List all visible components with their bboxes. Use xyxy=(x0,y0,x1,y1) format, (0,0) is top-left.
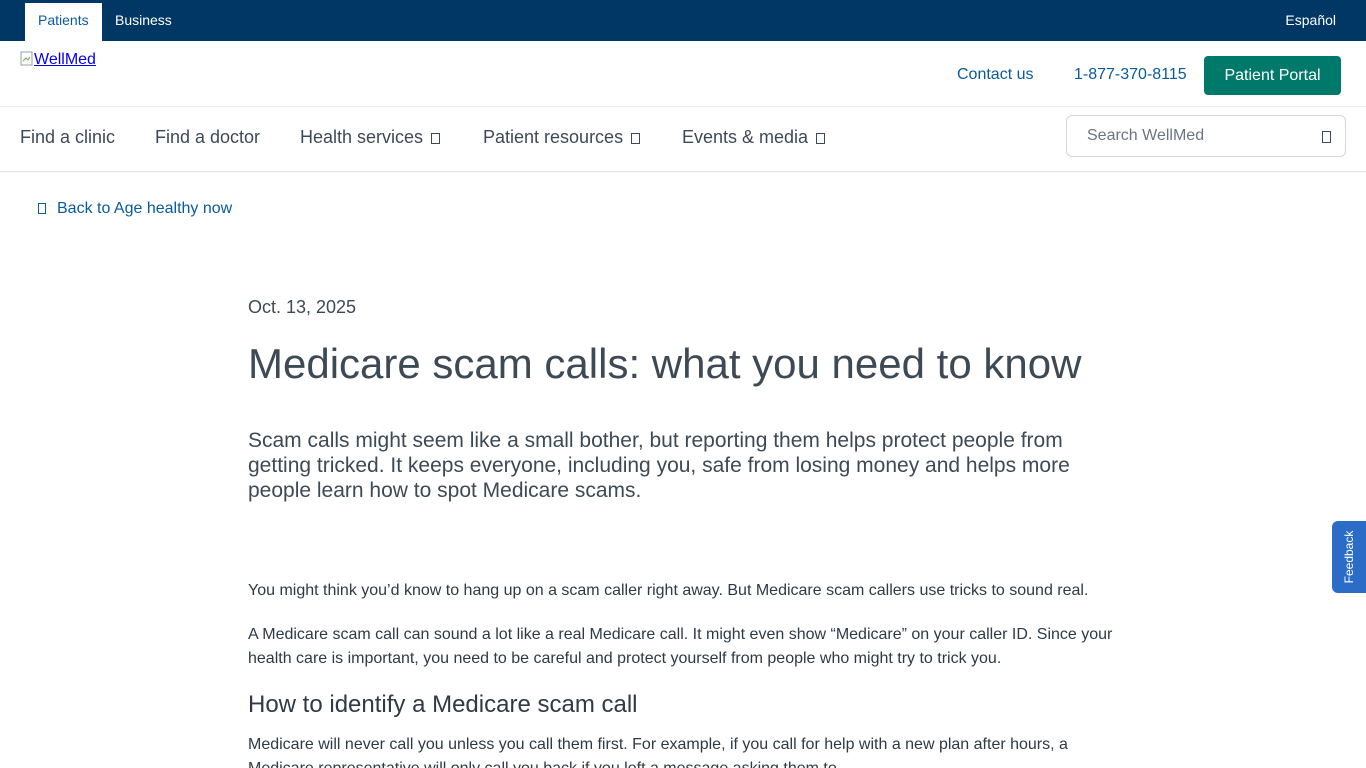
chevron-down-icon xyxy=(816,133,826,144)
back-link-label: Back to Age healthy now xyxy=(57,200,233,217)
phone-link[interactable]: 1-877-370-8115 xyxy=(1074,66,1187,84)
nav-find-a-clinic[interactable]: Find a clinic xyxy=(20,127,115,148)
tab-patients[interactable]: Patients xyxy=(25,3,102,41)
broken-image-icon xyxy=(20,51,34,67)
tab-business[interactable]: Business xyxy=(102,3,185,41)
search-box xyxy=(1066,115,1346,157)
article-lede: Scam calls might seem like a small bothe… xyxy=(248,429,1070,502)
search-icon[interactable] xyxy=(1322,131,1331,143)
nav-item-label: Find a clinic xyxy=(20,127,116,147)
nav-patient-resources[interactable]: Patient resources xyxy=(483,127,641,148)
audience-bar: Patients Business Español xyxy=(0,0,1366,41)
nav-item-label: Patient resources xyxy=(483,127,624,147)
chevron-left-icon xyxy=(38,203,46,214)
nav-item-label: Events & media xyxy=(682,127,809,147)
section-heading: How to identify a Medicare scam call xyxy=(248,691,638,718)
article-paragraph: You might think you’d know to hang up on… xyxy=(248,582,1089,599)
logo-alt-text: WellMed xyxy=(34,51,96,68)
patient-portal-button[interactable]: Patient Portal xyxy=(1204,56,1341,95)
feedback-tab[interactable]: Feedback xyxy=(1332,521,1366,593)
article-paragraph: A Medicare scam call can sound a lot lik… xyxy=(248,626,1113,667)
logo-link[interactable]: WellMed xyxy=(20,51,96,69)
nav-find-a-doctor[interactable]: Find a doctor xyxy=(155,127,260,148)
article-paragraph: Medicare will never call you unless you … xyxy=(248,736,1068,768)
chevron-down-icon xyxy=(631,133,641,144)
back-link[interactable]: Back to Age healthy now xyxy=(38,200,232,218)
nav-item-label: Health services xyxy=(300,127,424,147)
contact-us-link[interactable]: Contact us xyxy=(957,66,1033,84)
nav-health-services[interactable]: Health services xyxy=(300,127,441,148)
chevron-down-icon xyxy=(431,133,441,144)
nav-item-label: Find a doctor xyxy=(155,127,261,147)
nav-events-media[interactable]: Events & media xyxy=(682,127,826,148)
language-link[interactable]: Español xyxy=(1285,0,1336,40)
site-header: WellMed Contact us 1-877-370-8115 Patien… xyxy=(0,41,1366,107)
page-title: Medicare scam calls: what you need to kn… xyxy=(248,340,1082,387)
article-date: Oct. 13, 2025 xyxy=(248,297,357,317)
feedback-label: Feedback xyxy=(1342,530,1356,584)
main-nav: Find a clinic Find a doctor Health servi… xyxy=(0,107,1366,172)
search-input[interactable] xyxy=(1087,116,1307,156)
